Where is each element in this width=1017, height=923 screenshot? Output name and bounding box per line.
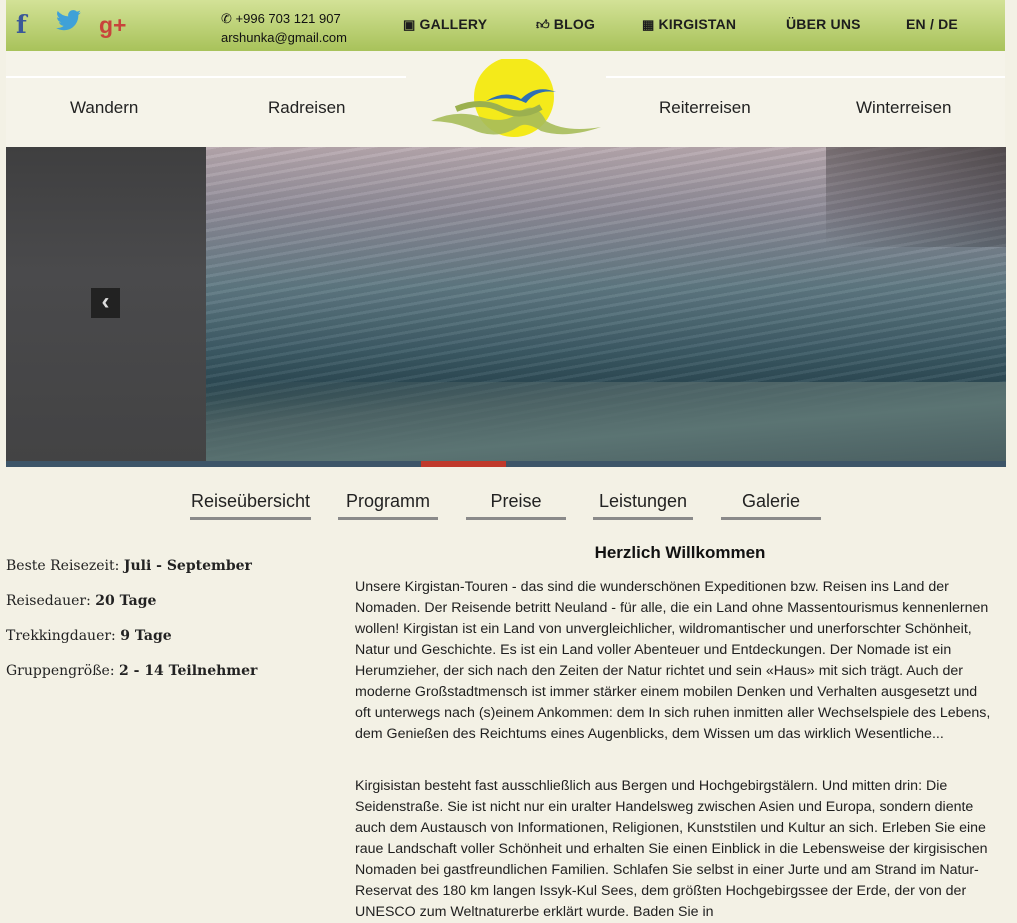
phone-number: +996 703 121 907 xyxy=(235,11,341,26)
nav-wandern[interactable]: Wandern xyxy=(70,98,138,118)
slide-shadow xyxy=(826,147,1006,247)
tab-galerie[interactable]: Galerie xyxy=(721,491,821,520)
fact-label: Trekkingdauer: xyxy=(6,628,121,644)
thumbs-up-icon: 👍︎ xyxy=(536,17,550,32)
googleplus-icon[interactable]: g+ xyxy=(99,12,126,39)
main-navigation: Wandern Radreisen Reiterreisen Winterrei… xyxy=(6,51,1005,147)
slider-progress-fill xyxy=(421,461,506,467)
fact-label: Gruppengröße: xyxy=(6,663,120,679)
nav-gallery-label: GALLERY xyxy=(419,16,488,32)
nav-kirgistan-label: KIRGISTAN xyxy=(658,16,737,32)
tab-reiseuebersicht[interactable]: Reiseübersicht xyxy=(190,491,311,520)
fact-gruppengroesse: Gruppengröße: 2 - 14 Teilnehmer xyxy=(6,663,257,679)
fact-value: 9 Tage xyxy=(120,628,172,644)
fact-value: 20 Tage xyxy=(95,593,157,609)
twitter-icon[interactable] xyxy=(56,10,82,39)
prev-arrow-icon[interactable]: ‹ xyxy=(91,288,120,318)
nav-ueber-uns-label: ÜBER UNS xyxy=(786,16,861,32)
divider xyxy=(606,76,1005,78)
nav-kirgistan[interactable]: ▦ KIRGISTAN xyxy=(642,16,736,33)
nav-blog-label: BLOG xyxy=(553,16,596,32)
image-slider[interactable]: ‹ xyxy=(6,147,1006,461)
fact-value: 2 - 14 Teilnehmer xyxy=(119,663,258,679)
fact-trekkingdauer: Trekkingdauer: 9 Tage xyxy=(6,628,172,644)
language-switch[interactable]: EN / DE xyxy=(906,16,958,32)
fact-reisezeit: Beste Reisezeit: Juli - September xyxy=(6,558,252,574)
facebook-icon[interactable]: f xyxy=(16,10,27,39)
divider xyxy=(6,76,406,78)
nav-reiterreisen[interactable]: Reiterreisen xyxy=(659,98,751,118)
welcome-paragraph-1: Unsere Kirgistan-Touren - das sind die w… xyxy=(355,579,991,742)
fact-label: Beste Reisezeit: xyxy=(6,558,124,574)
nav-gallery[interactable]: ▣ GALLERY xyxy=(403,16,487,33)
tab-preise[interactable]: Preise xyxy=(466,491,566,520)
slide-image-shore xyxy=(206,382,1006,461)
nav-radreisen[interactable]: Radreisen xyxy=(268,98,346,118)
slider-progress xyxy=(6,461,1006,467)
nav-ueber-uns[interactable]: ÜBER UNS xyxy=(786,16,861,32)
top-bar: f g+ ✆ +996 703 121 907 arshunka@gmail.c… xyxy=(6,0,1005,51)
site-logo[interactable] xyxy=(426,59,606,139)
contact-info: ✆ +996 703 121 907 arshunka@gmail.com xyxy=(221,9,347,47)
fact-value: Juli - September xyxy=(123,558,252,574)
table-icon: ▦ xyxy=(642,17,655,32)
welcome-paragraph-2: Kirgisistan besteht fast ausschließlich … xyxy=(355,778,988,920)
phone-icon: ✆ xyxy=(221,11,232,26)
image-icon: ▣ xyxy=(403,17,416,32)
nav-winterreisen[interactable]: Winterreisen xyxy=(856,98,951,118)
email-address[interactable]: arshunka@gmail.com xyxy=(221,28,347,47)
welcome-heading: Herzlich Willkommen xyxy=(594,543,766,562)
nav-blog[interactable]: 👍︎ BLOG xyxy=(536,16,595,33)
tab-leistungen[interactable]: Leistungen xyxy=(593,491,693,520)
tab-programm[interactable]: Programm xyxy=(338,491,438,520)
fact-label: Reisedauer: xyxy=(6,593,96,609)
fact-reisedauer: Reisedauer: 20 Tage xyxy=(6,593,156,609)
